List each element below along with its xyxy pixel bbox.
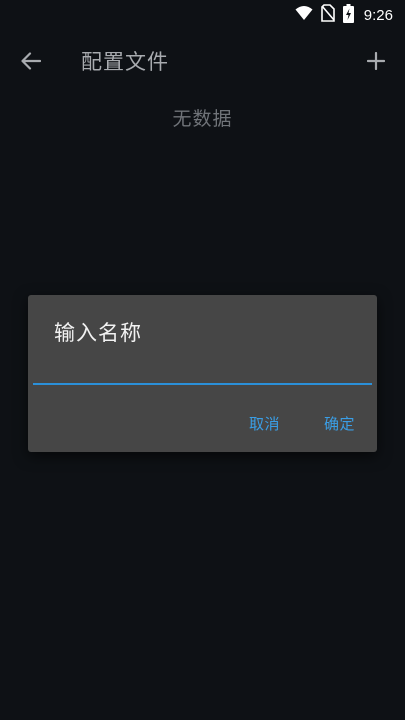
confirm-button[interactable]: 确定 — [322, 411, 357, 436]
name-input[interactable] — [33, 355, 372, 385]
screen: 9:26 配置文件 无数据 输入名称 取消 确定 — [0, 0, 405, 720]
input-name-dialog: 输入名称 取消 确定 — [28, 295, 377, 452]
cancel-button[interactable]: 取消 — [247, 411, 282, 436]
dialog-actions: 取消 确定 — [247, 411, 357, 436]
dialog-title: 输入名称 — [54, 321, 142, 345]
